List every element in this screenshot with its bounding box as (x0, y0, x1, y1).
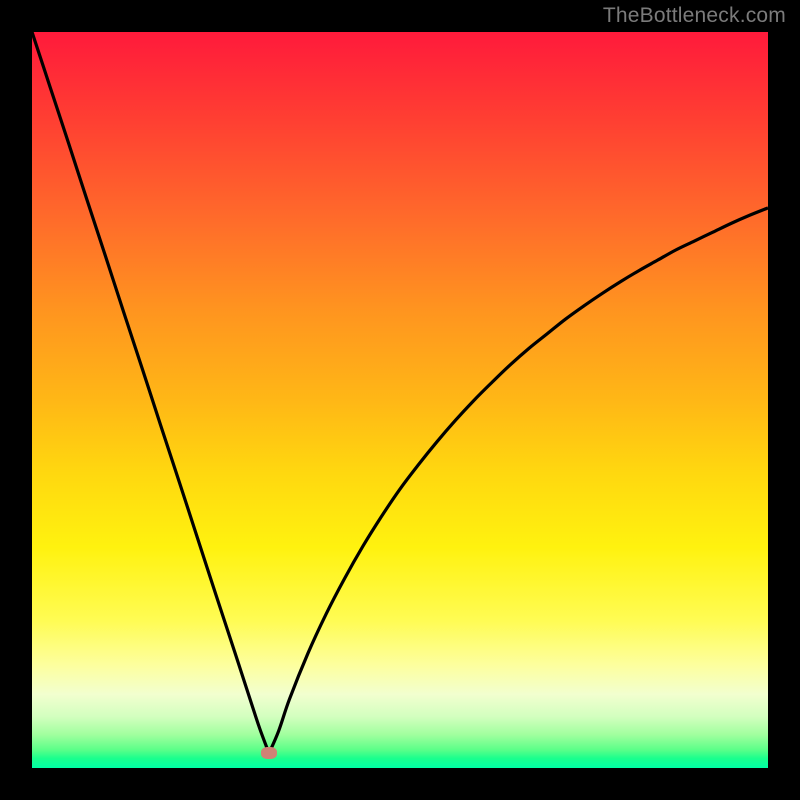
plot-area (32, 32, 768, 768)
watermark-text: TheBottleneck.com (603, 4, 786, 28)
bottleneck-curve (32, 32, 768, 768)
min-marker (261, 747, 277, 759)
chart-stage: TheBottleneck.com (0, 0, 800, 800)
